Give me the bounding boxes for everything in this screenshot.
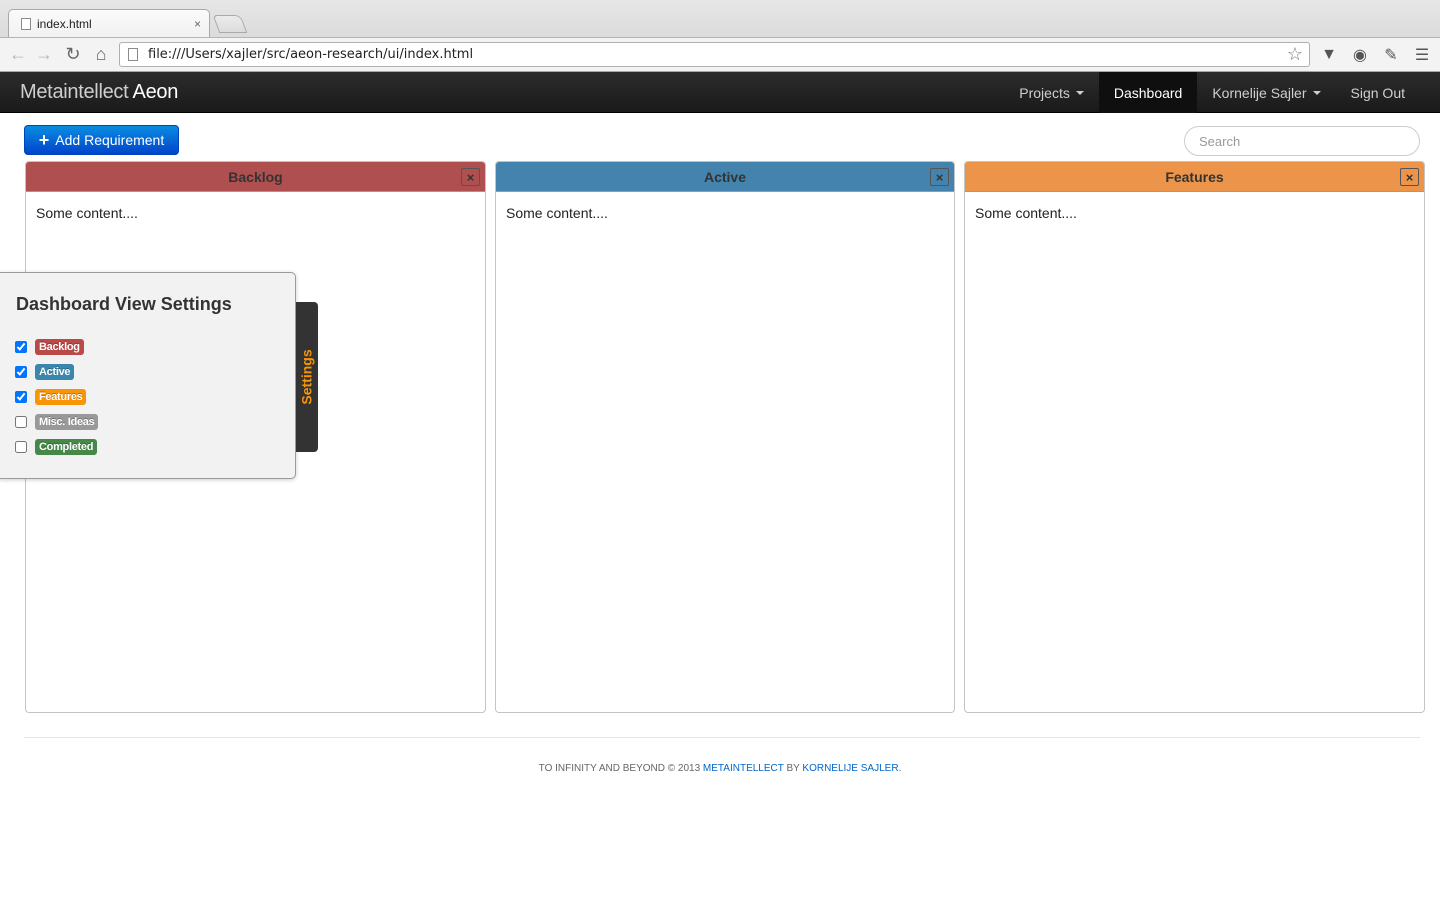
plus-icon: + xyxy=(38,130,50,150)
new-tab-button[interactable] xyxy=(212,15,248,33)
footer: To infinity and beyond © 2013 Metaintell… xyxy=(0,763,1440,774)
nav-projects[interactable]: Projects xyxy=(1004,72,1099,113)
dashboard-settings-panel: Dashboard View Settings Backlog Active F… xyxy=(0,272,296,479)
add-requirement-label: Add Requirement xyxy=(55,132,165,148)
panel-title: Features xyxy=(1165,168,1224,185)
address-bar[interactable]: file:///Users/xajler/src/aeon-research/u… xyxy=(119,42,1310,67)
close-icon[interactable]: × xyxy=(930,168,949,186)
brand[interactable]: Metaintellect Aeon xyxy=(20,81,178,104)
settings-options: Backlog Active Features Misc. Ideas Comp… xyxy=(15,334,99,459)
setting-features: Features xyxy=(15,384,98,409)
panel-content: Some content.... xyxy=(36,205,138,221)
tab-title: index.html xyxy=(37,16,92,31)
completed-checkbox[interactable] xyxy=(15,440,27,453)
url-text: file:///Users/xajler/src/aeon-research/u… xyxy=(148,47,474,62)
brand-product: Aeon xyxy=(132,81,179,103)
features-checkbox[interactable] xyxy=(15,390,27,403)
close-icon[interactable]: × xyxy=(1400,168,1419,186)
nav-sign-out[interactable]: Sign Out xyxy=(1336,72,1420,113)
panel-header: Active × xyxy=(496,162,954,192)
features-label: Features xyxy=(35,388,87,405)
caret-down-icon xyxy=(1312,90,1321,95)
panel-header: Features × xyxy=(965,162,1424,192)
bookmark-star-icon[interactable]: ☆ xyxy=(1287,44,1303,65)
footer-author-link[interactable]: Kornelije Sajler xyxy=(802,763,898,774)
backlog-label: Backlog xyxy=(35,338,84,355)
caret-down-icon xyxy=(1075,90,1084,95)
settings-title: Dashboard View Settings xyxy=(16,294,232,314)
footer-text: by xyxy=(783,763,803,774)
setting-misc-ideas: Misc. Ideas xyxy=(15,409,99,434)
settings-toggle-tab[interactable]: Settings xyxy=(296,302,318,452)
download-icon[interactable]: ◉ xyxy=(1349,44,1371,66)
footer-text: To infinity and beyond © 2013 xyxy=(538,763,703,774)
nav-menu: Projects Dashboard Kornelije Sajler Sign… xyxy=(1004,72,1420,113)
search-input[interactable] xyxy=(1184,126,1420,156)
nav-user-label: Kornelije Sajler xyxy=(1212,84,1307,101)
browser-tab[interactable]: index.html × xyxy=(8,9,210,37)
browser-toolbar: ← → ↻ ⌂ file:///Users/xajler/src/aeon-re… xyxy=(0,37,1440,71)
setting-active: Active xyxy=(15,359,98,384)
back-arrow-icon[interactable]: ← xyxy=(6,43,30,65)
reload-icon[interactable]: ↻ xyxy=(61,43,85,65)
menu-icon[interactable]: ☰ xyxy=(1411,44,1433,66)
forward-arrow-icon[interactable]: → xyxy=(32,43,56,65)
panel-title: Backlog xyxy=(228,168,283,185)
panel-header: Backlog × xyxy=(26,162,485,192)
misc-ideas-label: Misc. Ideas xyxy=(35,413,99,430)
features-panel: Features × Some content.... xyxy=(964,161,1425,713)
close-icon[interactable]: × xyxy=(461,168,480,186)
add-requirement-button[interactable]: + Add Requirement xyxy=(24,125,179,155)
misc-ideas-checkbox[interactable] xyxy=(15,415,27,428)
settings-tab-label: Settings xyxy=(299,349,316,405)
panel-content: Some content.... xyxy=(975,205,1077,221)
document-icon xyxy=(21,17,31,30)
nav-dashboard-label: Dashboard xyxy=(1113,84,1183,101)
panel-title: Active xyxy=(703,168,747,185)
backlog-checkbox[interactable] xyxy=(15,340,27,353)
tools-icon[interactable]: ✎ xyxy=(1380,44,1402,66)
tab-close-icon[interactable]: × xyxy=(194,17,201,31)
setting-backlog: Backlog xyxy=(15,334,98,359)
active-label: Active xyxy=(35,363,75,380)
footer-text: . xyxy=(898,763,902,774)
active-checkbox[interactable] xyxy=(15,365,27,378)
page-icon xyxy=(128,48,138,61)
footer-company-link[interactable]: Metaintellect xyxy=(703,763,784,774)
home-icon[interactable]: ⌂ xyxy=(89,43,113,65)
brand-name: Metaintellect xyxy=(20,81,133,103)
nav-dashboard[interactable]: Dashboard xyxy=(1098,72,1198,113)
nav-projects-label: Projects xyxy=(1019,84,1070,101)
panel-content: Some content.... xyxy=(506,205,608,221)
setting-completed: Completed xyxy=(15,434,98,459)
nav-sign-out-label: Sign Out xyxy=(1350,84,1405,101)
pocket-icon[interactable]: ▼ xyxy=(1318,44,1340,66)
active-panel: Active × Some content.... xyxy=(495,161,955,713)
completed-label: Completed xyxy=(35,438,98,455)
navbar: Metaintellect Aeon Projects Dashboard Ko… xyxy=(0,72,1440,113)
footer-divider xyxy=(24,737,1420,738)
nav-user-menu[interactable]: Kornelije Sajler xyxy=(1197,72,1335,113)
